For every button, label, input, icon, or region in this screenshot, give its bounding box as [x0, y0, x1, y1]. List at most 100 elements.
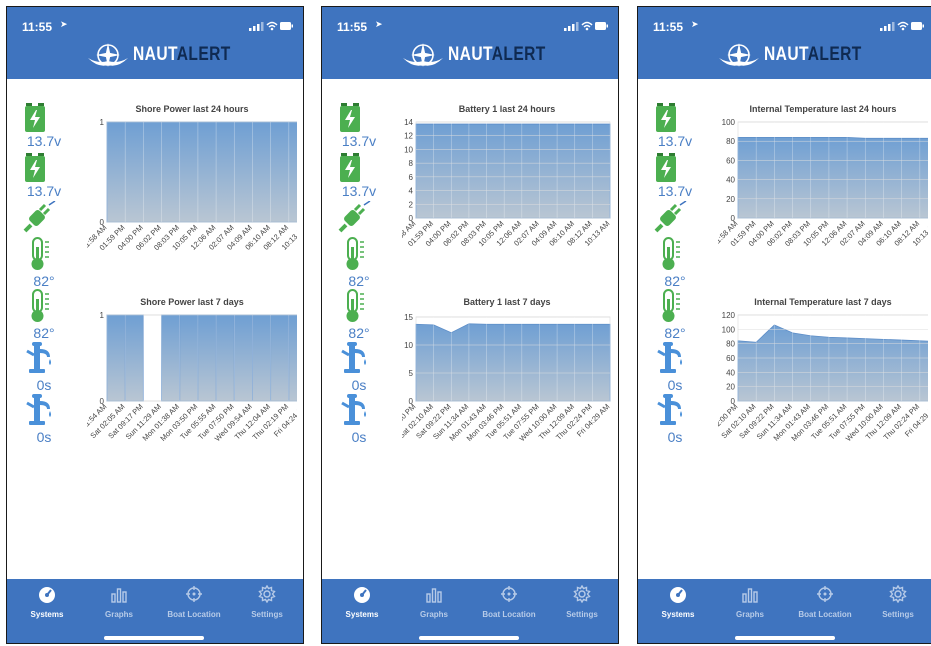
battery-icon [25, 103, 45, 132]
sidebar-battery-2-value: 13.7v [657, 183, 693, 199]
crosshair-icon [501, 586, 517, 602]
sidebar-temp-1[interactable] [322, 237, 402, 276]
sidebar-pump-2[interactable] [322, 393, 402, 432]
sidebar-pump-1-value: 0s [36, 377, 52, 393]
tab-boat-location[interactable]: Boat Location [790, 585, 860, 619]
sidebar-shore-power[interactable] [7, 200, 87, 238]
sidebar-pump-1[interactable] [322, 341, 402, 380]
tab-graphs[interactable]: Graphs [715, 585, 785, 619]
y-tick-label: 80 [726, 137, 735, 146]
tab-label: Graphs [735, 610, 764, 619]
tab-settings[interactable]: Settings [863, 584, 931, 619]
plug-icon [654, 200, 687, 233]
y-tick-label: 1 [100, 311, 105, 320]
tab-label: Boat Location [798, 610, 852, 619]
tab-settings[interactable]: Settings [232, 584, 302, 619]
chart-title: Shore Power last 24 hours [135, 104, 249, 114]
tab-label: Boat Location [482, 610, 536, 619]
y-tick-label: 60 [726, 354, 735, 363]
water-pump-icon [26, 342, 51, 373]
thermometer-icon [346, 237, 364, 270]
battery-7d-chart: 051015Fri 12:00 PMSat 02:10 AMSat 09:22 … [402, 313, 611, 443]
sidebar-pump-1[interactable] [638, 341, 718, 380]
gear-icon [573, 584, 591, 604]
logo-text-naut: NAUT [448, 44, 492, 65]
logo-text-naut: NAUT [133, 44, 177, 65]
gauge-icon [670, 587, 686, 603]
signal-icon [249, 22, 264, 31]
app-header: 11:55 ➤ NAUTALERT [322, 7, 618, 79]
area-series [106, 314, 297, 402]
y-tick-label: 40 [726, 176, 735, 185]
tab-graphs[interactable]: Graphs [84, 585, 154, 619]
wifi-icon [266, 21, 278, 28]
shore-power-7d-chart: 01Fri 11:54 AMSat 02:05 AMSat 09:17 PMSu… [87, 311, 297, 443]
nautalert-logo: NAUTALERT [7, 40, 303, 70]
plug-icon [338, 200, 371, 233]
status-time: 11:55 [653, 20, 684, 34]
tab-systems[interactable]: Systems [327, 585, 397, 619]
sidebar-temp-1[interactable] [638, 237, 718, 276]
home-indicator [419, 636, 519, 640]
chart-title: Internal Temperature last 7 days [754, 297, 892, 307]
thermometer-icon [346, 289, 364, 322]
thermometer-icon [31, 237, 49, 270]
sidebar-battery-2-value: 13.7v [26, 183, 62, 199]
sidebar-temp-2[interactable] [7, 289, 87, 328]
tab-systems[interactable]: Systems [643, 585, 713, 619]
gauge-icon [39, 587, 55, 603]
location-arrow-icon: ➤ [375, 19, 383, 29]
sidebar-pump-1-value: 0s [351, 377, 367, 393]
bar-chart-icon [742, 588, 758, 603]
status-icons [249, 19, 293, 37]
battery-status-icon [595, 22, 608, 30]
tab-graphs[interactable]: Graphs [399, 585, 469, 619]
status-icons [880, 19, 924, 37]
sidebar-pump-2[interactable] [638, 393, 718, 432]
sidebar-shore-power[interactable] [322, 200, 402, 238]
sidebar-shore-power[interactable] [638, 200, 718, 238]
y-tick-label: 4 [409, 187, 414, 196]
tab-label: Graphs [104, 610, 133, 619]
crosshair-icon [817, 586, 833, 602]
sidebar-pump-2-value: 0s [667, 429, 683, 445]
y-tick-label: 12 [404, 132, 413, 141]
battery-icon [340, 103, 360, 132]
y-tick-label: 10 [404, 341, 413, 350]
tab-boat-location[interactable]: Boat Location [159, 585, 229, 619]
crosshair-icon [186, 586, 202, 602]
y-tick-label: 20 [726, 195, 735, 204]
wifi-icon [581, 21, 593, 28]
bar-chart-icon [426, 588, 442, 603]
tab-boat-location[interactable]: Boat Location [474, 585, 544, 619]
nautalert-logo: NAUTALERT [322, 40, 618, 70]
sidebar-pump-1[interactable] [7, 341, 87, 380]
tab-label: Settings [882, 610, 914, 619]
phone-screen-temperature: 11:55 ➤ NAUTALERT 13.7v 13.7v 82° 82° 0s… [637, 6, 931, 644]
sidebar-temp-1[interactable] [7, 237, 87, 276]
sidebar-temp-2[interactable] [638, 289, 718, 328]
status-time: 11:55 [22, 20, 53, 34]
sidebar-temp-2-value: 82° [348, 325, 370, 341]
phone-screen-battery: 11:55 ➤ NAUTALERT 13.7v 13.7v 82° 82° 0s… [321, 6, 619, 644]
temperature-24h-chart: 02040608010011:58 AM01:59 PM04:00 PM06:0… [718, 118, 928, 248]
sidebar-temp-2[interactable] [322, 289, 402, 328]
sidebar-battery-1-value: 13.7v [341, 133, 377, 149]
tab-label: Boat Location [167, 610, 221, 619]
battery-icon [656, 103, 676, 132]
thermometer-icon [662, 237, 680, 270]
signal-icon [564, 22, 579, 31]
chart-title: Internal Temperature last 24 hours [749, 104, 897, 114]
battery-status-icon [280, 22, 293, 30]
tab-bar: Systems Graphs Boat Location Settings [322, 579, 618, 643]
chart-title: Battery 1 last 7 days [463, 297, 551, 307]
y-tick-label: 6 [409, 173, 414, 182]
battery-24h-chart: 0246810121411:58 AM01:59 PM04:00 PM06:02… [402, 118, 611, 248]
water-pump-icon [341, 342, 366, 373]
y-tick-label: 60 [726, 156, 735, 165]
y-tick-label: 5 [409, 369, 414, 378]
sidebar-pump-2[interactable] [7, 393, 87, 432]
tab-settings[interactable]: Settings [547, 584, 617, 619]
gear-icon [889, 584, 907, 604]
tab-systems[interactable]: Systems [12, 585, 82, 619]
